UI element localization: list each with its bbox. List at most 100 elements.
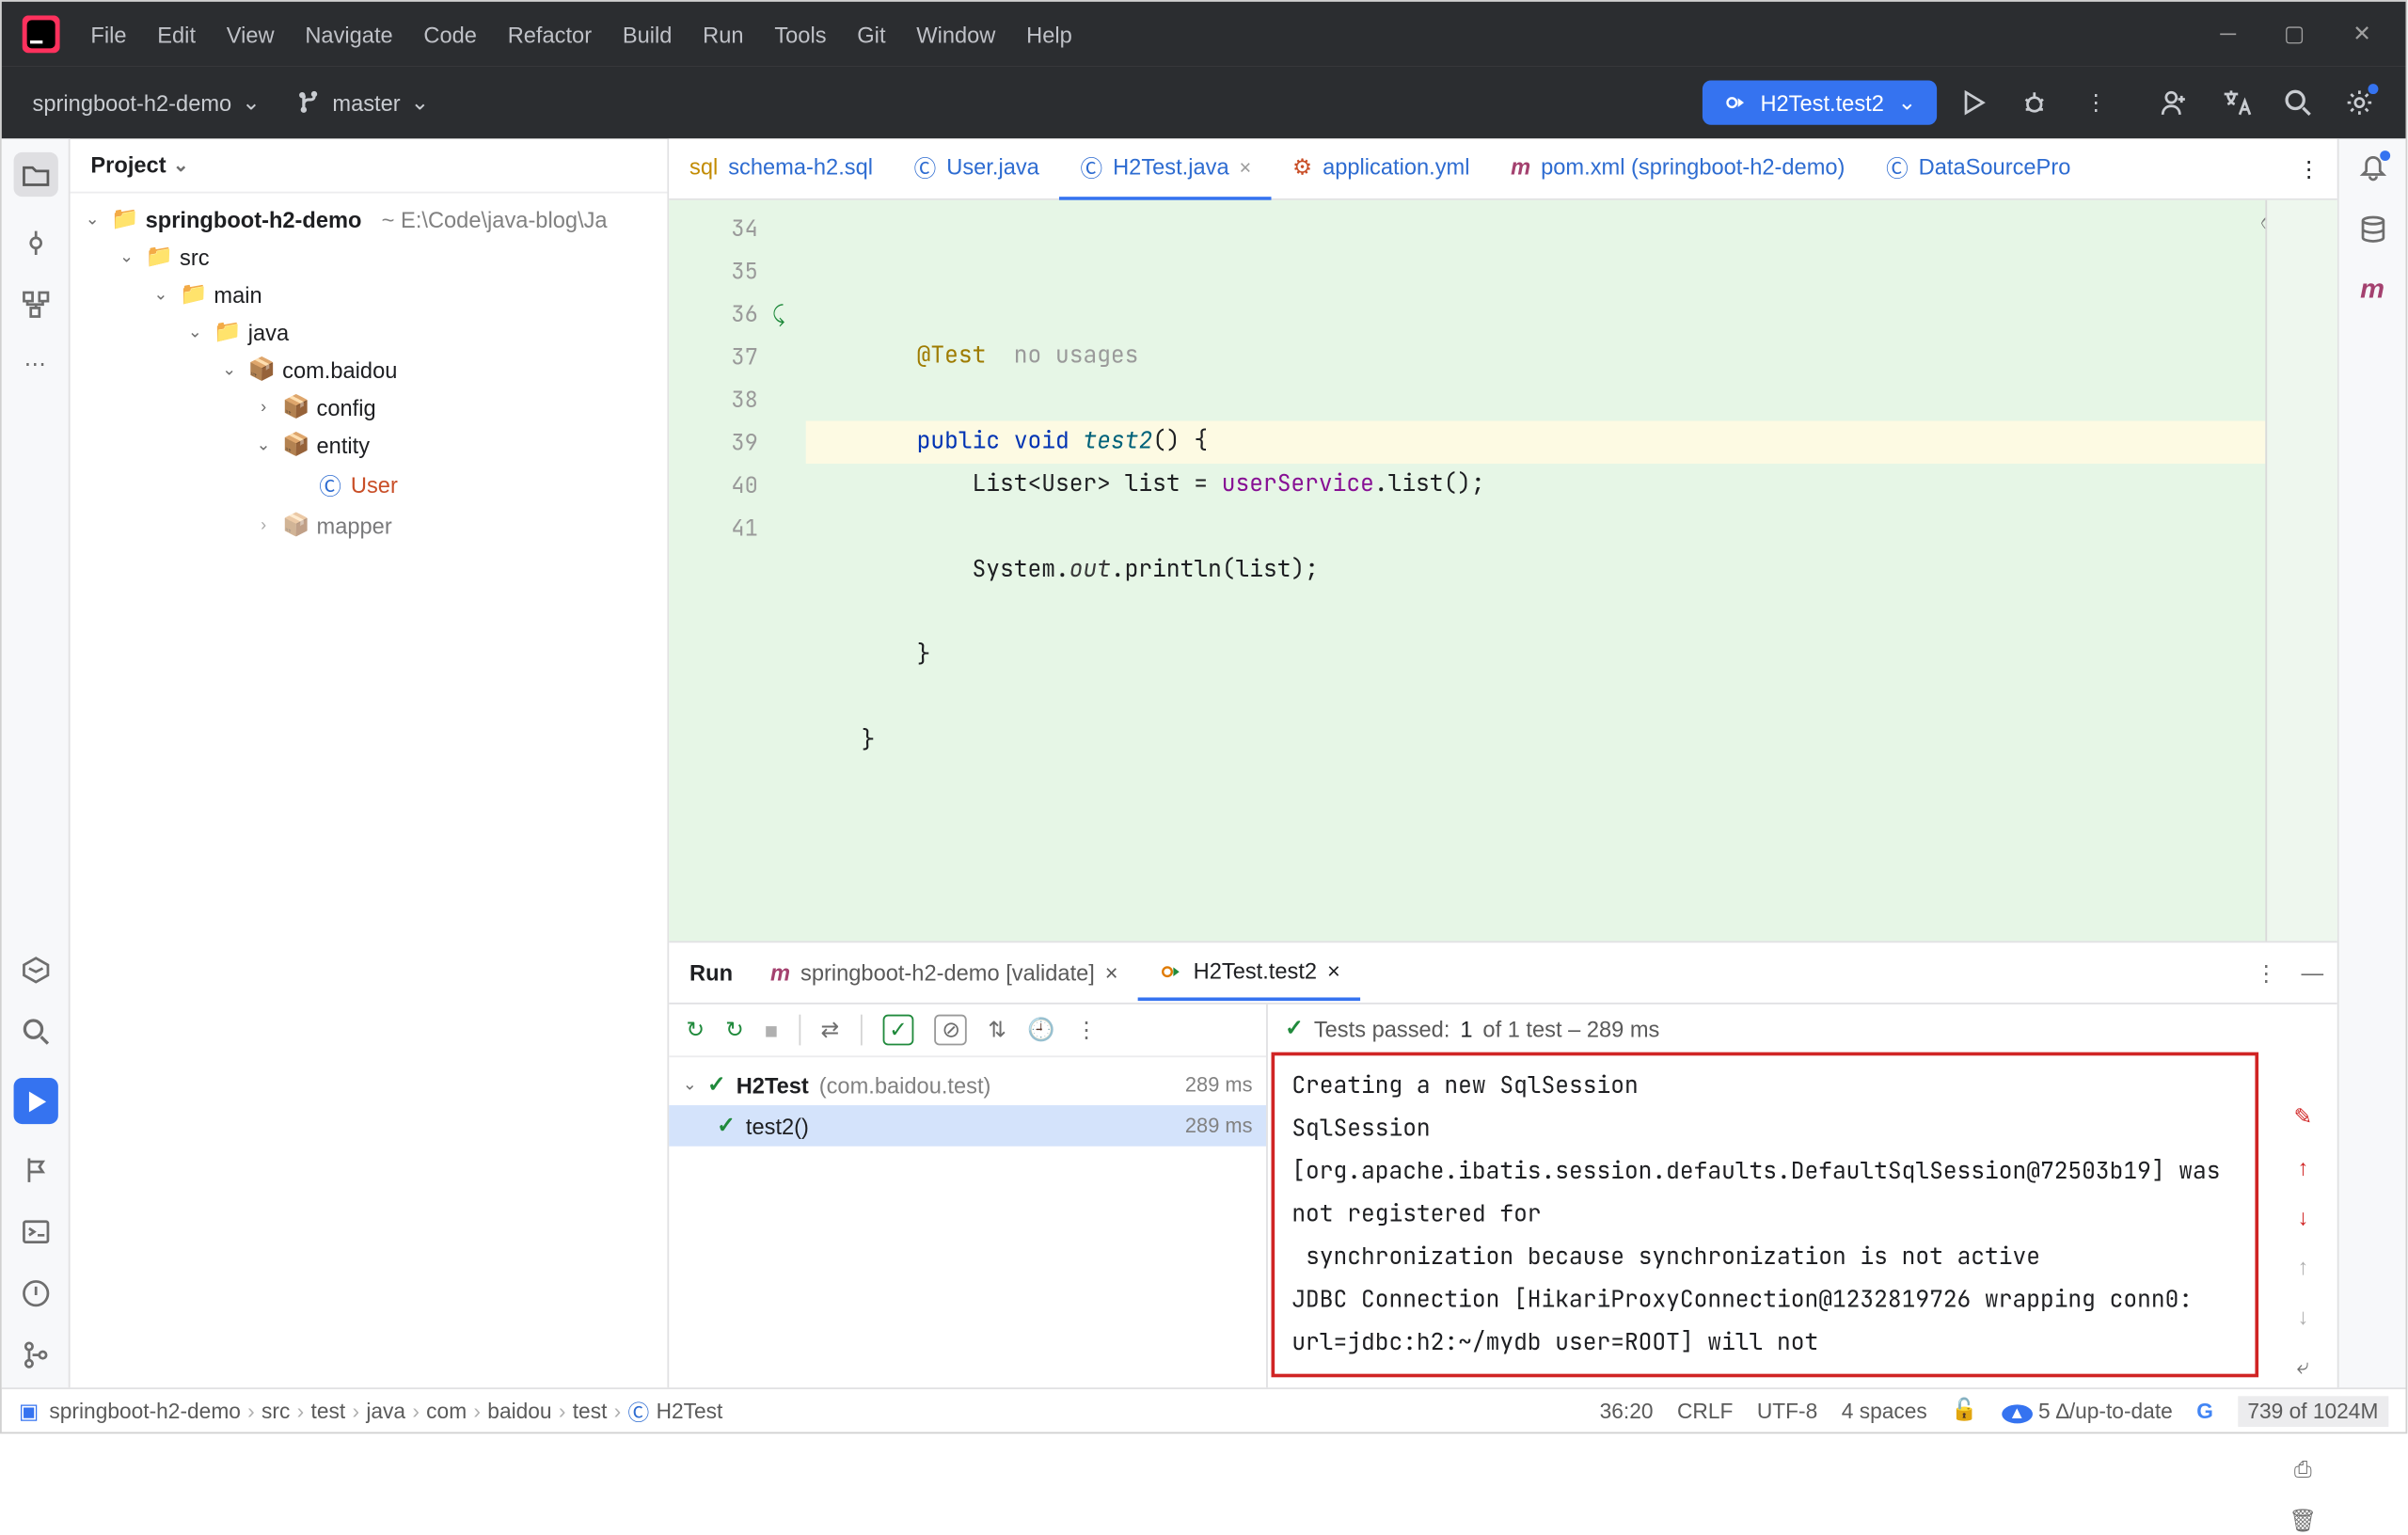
window-minimize-icon[interactable]: ─ (2220, 21, 2236, 48)
close-icon[interactable]: × (1240, 155, 1252, 179)
rerun-failed-icon[interactable]: ↻ (725, 1016, 744, 1043)
git-branch-selector[interactable]: master ⌄ (284, 82, 443, 123)
menu-navigate[interactable]: Navigate (292, 14, 406, 54)
scroll-down-icon[interactable]: ↓ (2297, 1304, 2308, 1329)
sort-icon[interactable]: ⇅ (988, 1016, 1006, 1043)
print-icon[interactable]: ⎙ (2294, 1456, 2312, 1483)
project-panel: Project ⌄ ⌄📁springboot-h2-demo ~ E:\Code… (71, 138, 670, 1387)
edit-icon[interactable]: ✎ (2293, 1103, 2312, 1131)
branch-name: master (332, 89, 400, 115)
settings-icon[interactable] (2344, 87, 2375, 119)
terminal-tool-icon[interactable] (20, 1216, 51, 1247)
check-icon: ✓ (1285, 1015, 1304, 1042)
menu-edit[interactable]: Edit (144, 14, 210, 54)
up-arrow-icon[interactable]: ↑ (2297, 1155, 2308, 1180)
vcs-marker-icon[interactable]: ⤹ (771, 293, 805, 335)
close-icon[interactable]: × (1105, 959, 1118, 985)
find-tool-icon[interactable] (20, 1017, 51, 1048)
analysis-status[interactable]: ▲ 5 ∆/up-to-date (2002, 1399, 2173, 1422)
editor-tab[interactable]: sqlschema-h2.sql (669, 140, 894, 197)
notifications-icon[interactable] (2357, 152, 2388, 183)
rerun-icon[interactable]: ↻ (686, 1016, 705, 1043)
tabs-more-icon[interactable]: ⋮ (2281, 155, 2337, 182)
window-close-icon[interactable]: ✕ (2353, 21, 2371, 48)
line-separator[interactable]: CRLF (1677, 1399, 1733, 1422)
history-icon[interactable]: 🕘 (1027, 1016, 1054, 1043)
clear-icon[interactable]: 🗑 (2289, 1508, 2317, 1535)
structure-tool-icon[interactable] (20, 289, 51, 320)
close-icon[interactable]: × (1327, 958, 1340, 984)
menu-build[interactable]: Build (609, 14, 686, 54)
app-logo-icon (23, 15, 60, 53)
main-menu: FileEditViewNavigateCodeRefactorBuildRun… (77, 14, 1085, 54)
services-tool-icon[interactable] (20, 956, 51, 987)
test-class-row[interactable]: ⌄ ✓ H2Test (com.baidou.test) 289 ms (669, 1064, 1266, 1105)
caret-position[interactable]: 36:20 (1600, 1399, 1654, 1422)
down-arrow-icon[interactable]: ↓ (2297, 1205, 2308, 1230)
project-name: springboot-h2-demo (33, 89, 232, 115)
breadcrumbs[interactable]: springboot-h2-demo › src › test › java ›… (49, 1394, 722, 1427)
hide-panel-icon[interactable]: — (2302, 959, 2324, 987)
translate-icon[interactable] (2221, 87, 2252, 119)
database-tool-icon[interactable] (2357, 214, 2388, 245)
commit-tool-icon[interactable] (20, 228, 51, 259)
indent-settings[interactable]: 4 spaces (1842, 1399, 1927, 1422)
menu-refactor[interactable]: Refactor (494, 14, 605, 54)
google-icon[interactable]: G (2196, 1399, 2213, 1422)
readonly-icon[interactable]: 🔓 (1951, 1398, 1977, 1423)
project-tree[interactable]: ⌄📁springboot-h2-demo ~ E:\Code\java-blog… (71, 194, 668, 1388)
git-tool-icon[interactable] (20, 1339, 51, 1370)
editor-tab[interactable]: mpom.xml (springboot-h2-demo) (1490, 140, 1865, 197)
soft-wrap-icon[interactable]: ⤶ (2297, 1353, 2309, 1381)
menu-git[interactable]: Git (844, 14, 899, 54)
test-toolbar: ↻ ↻ ■ ⇄ ✓ ⊘ ⇅ 🕘 ⋮ (669, 1005, 1266, 1057)
editor-tab[interactable]: ⒸDataSourcePro (1865, 137, 2091, 200)
maven-tool-icon[interactable]: m (2360, 276, 2384, 307)
menu-view[interactable]: View (213, 14, 288, 54)
menu-file[interactable]: File (77, 14, 140, 54)
menu-help[interactable]: Help (1013, 14, 1086, 54)
branch-icon (298, 90, 322, 114)
debug-button[interactable] (2009, 77, 2061, 129)
project-selector[interactable]: springboot-h2-demo ⌄ (19, 82, 275, 123)
more-actions-button[interactable]: ⋮ (2070, 77, 2122, 129)
window-maximize-icon[interactable]: ▢ (2284, 21, 2305, 48)
editor-tab[interactable]: ⒸH2Test.java× (1060, 137, 1272, 200)
more-icon[interactable]: ⋮ (1075, 1016, 1098, 1043)
console-toolbar: ✎ ↑ ↓ ↑ ↓ ⤶ ⤓ ⎙ 🗑 (2269, 1052, 2337, 1388)
more-tools-icon[interactable]: ⋯ (24, 351, 46, 378)
run-tab-test[interactable]: H2Test.test2× (1138, 944, 1360, 1001)
scroll-up-icon[interactable]: ↑ (2297, 1254, 2308, 1279)
menu-window[interactable]: Window (903, 14, 1009, 54)
run-options-icon[interactable]: ⋮ (2255, 959, 2277, 987)
show-passed-icon[interactable]: ✓ (882, 1015, 914, 1046)
file-encoding[interactable]: UTF-8 (1757, 1399, 1817, 1422)
editor-tab[interactable]: ⒸUser.java (894, 137, 1060, 200)
run-tool-icon[interactable] (13, 1079, 57, 1124)
test-results-tree[interactable]: ⌄ ✓ H2Test (com.baidou.test) 289 ms ✓ te… (669, 1057, 1266, 1387)
editor-minimap[interactable] (2265, 200, 2337, 942)
search-icon[interactable] (2283, 87, 2314, 119)
test-method-row[interactable]: ✓ test2() 289 ms (669, 1105, 1266, 1147)
memory-indicator[interactable]: 739 of 1024M (2237, 1395, 2388, 1426)
chevron-down-icon: ⌄ (242, 89, 261, 117)
menu-run[interactable]: Run (689, 14, 758, 54)
menu-code[interactable]: Code (410, 14, 491, 54)
problems-tool-icon[interactable] (20, 1278, 51, 1309)
run-tab-validate[interactable]: mspringboot-h2-demo [validate]× (750, 946, 1138, 999)
project-tool-icon[interactable] (13, 152, 57, 197)
code-with-me-icon[interactable] (2160, 87, 2191, 119)
navigation-bar: springboot-h2-demo ⌄ master ⌄ H2Test.tes… (2, 67, 2406, 138)
editor-tab[interactable]: ⚙application.yml (1272, 139, 1490, 198)
console-output[interactable]: Creating a new SqlSession SqlSession [or… (1272, 1052, 2259, 1378)
menu-tools[interactable]: Tools (761, 14, 840, 54)
run-button[interactable] (1947, 77, 1999, 129)
build-tool-icon[interactable] (20, 1155, 51, 1186)
code-editor[interactable]: 3435363738394041 ⤹ @Test no usages publi… (669, 200, 2337, 942)
run-configuration-selector[interactable]: H2Test.test2 ⌄ (1703, 80, 1938, 124)
show-ignored-icon[interactable]: ⊘ (935, 1015, 967, 1046)
toggle-auto-icon[interactable]: ⇄ (821, 1016, 840, 1043)
chevron-down-icon[interactable]: ⌄ (173, 154, 189, 177)
stop-icon[interactable]: ■ (765, 1017, 778, 1042)
status-bar: ▣ springboot-h2-demo › src › test › java… (2, 1387, 2406, 1432)
